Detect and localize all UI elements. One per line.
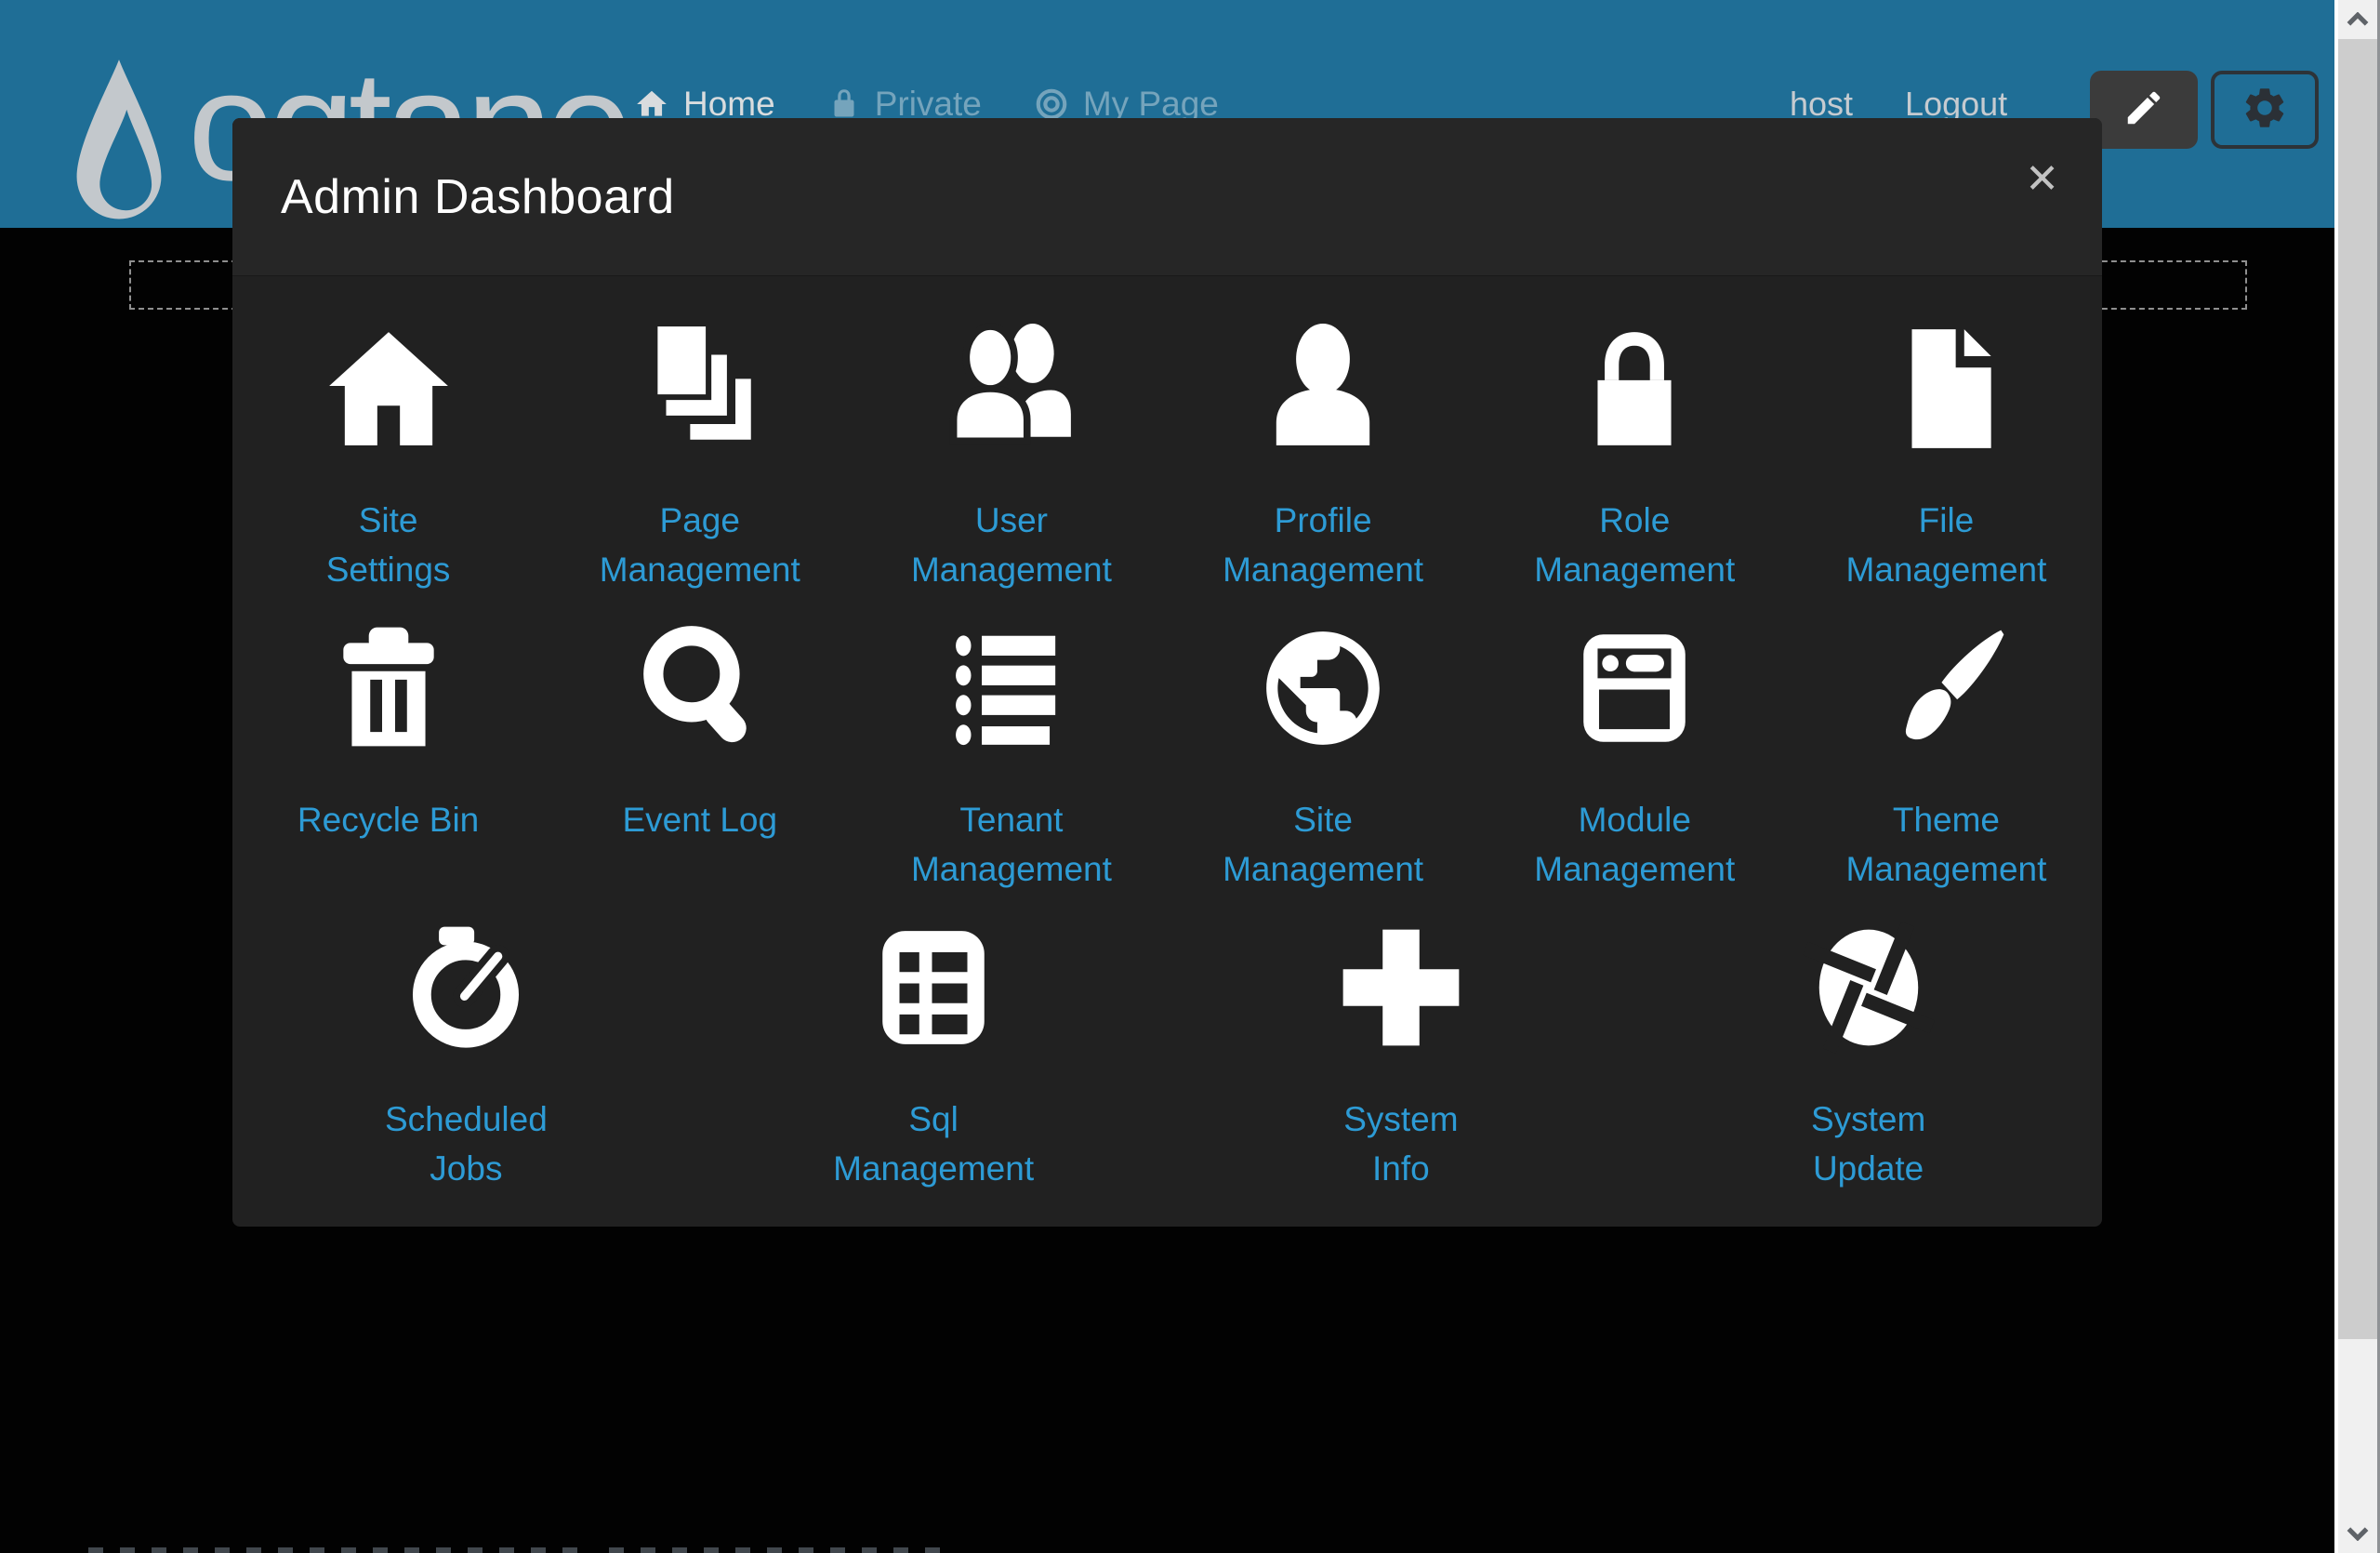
lock-icon (827, 87, 861, 121)
scroll-up-button[interactable] (2338, 0, 2377, 39)
clipped-bottom-content (88, 1547, 590, 1553)
magnifier-icon (632, 618, 768, 758)
admin-tile-event-log[interactable]: Event Log (544, 618, 855, 918)
target-icon (1034, 86, 1069, 122)
scrollbar-thumb[interactable] (2338, 39, 2377, 1339)
tile-row: SiteSettings PageManagement UserManagement… (232, 319, 2102, 618)
scrollbar[interactable] (2334, 0, 2380, 1553)
admin-tile-user-management[interactable]: UserManagement (855, 319, 1167, 618)
tile-label: PageManagement (600, 496, 800, 594)
chevron-up-icon (2346, 12, 2370, 27)
pencil-icon (2122, 86, 2165, 134)
globe-icon (1255, 618, 1391, 758)
gear-icon (2241, 84, 2289, 137)
aperture-icon (1801, 918, 1937, 1057)
admin-tile-profile-management[interactable]: ProfileManagement (1168, 319, 1479, 618)
layers-icon (632, 319, 768, 458)
plus-icon (1333, 918, 1469, 1057)
admin-tile-site-management[interactable]: SiteManagement (1168, 618, 1479, 918)
home-icon (321, 319, 456, 458)
tile-label: ScheduledJobs (385, 1095, 548, 1193)
tile-label: TenantManagement (911, 795, 1112, 894)
tile-label: ModuleManagement (1534, 795, 1735, 894)
tile-row: ScheduledJobs SqlManagement SystemInfo Syst… (232, 918, 2102, 1217)
scroll-down-button[interactable] (2338, 1514, 2377, 1553)
admin-tile-module-management[interactable]: ModuleManagement (1479, 618, 1791, 918)
admin-tile-system-info[interactable]: SystemInfo (1168, 918, 1635, 1217)
modal-header: Admin Dashboard ✕ (232, 118, 2102, 276)
trash-icon (321, 618, 456, 758)
lock-icon (1567, 319, 1702, 458)
admin-tile-tenant-management[interactable]: TenantManagement (855, 618, 1167, 918)
clipped-bottom-content (609, 1547, 944, 1553)
person-icon (1255, 319, 1391, 458)
home-icon (634, 86, 669, 122)
admin-tile-recycle-bin[interactable]: Recycle Bin (232, 618, 544, 918)
close-icon[interactable]: ✕ (2025, 159, 2059, 200)
tile-label: SystemUpdate (1811, 1095, 1925, 1193)
chevron-down-icon (2346, 1526, 2370, 1541)
tile-label: SiteSettings (326, 496, 451, 594)
tile-label: SqlManagement (833, 1095, 1034, 1193)
page: oqtane Home Private My Page host Logout (0, 0, 2380, 1553)
brush-icon (1878, 618, 2014, 758)
tile-label: UserManagement (911, 496, 1112, 594)
tile-label: SiteManagement (1223, 795, 1423, 894)
edit-mode-button[interactable] (2090, 71, 2198, 149)
tile-row: Recycle Bin Event Log TenantManagement Site… (232, 618, 2102, 918)
tile-label: ProfileManagement (1223, 496, 1423, 594)
modal-title: Admin Dashboard (281, 169, 675, 225)
list-icon (944, 618, 1079, 758)
tile-label: Event Log (622, 795, 777, 844)
water-drop-icon (61, 56, 177, 232)
file-icon (1878, 319, 2014, 458)
admin-tile-role-management[interactable]: RoleManagement (1479, 319, 1791, 618)
admin-dashboard-modal: Admin Dashboard ✕ SiteSettings PageManage… (232, 118, 2102, 1227)
dashboard-grid: SiteSettings PageManagement UserManagement… (232, 276, 2102, 1217)
admin-tile-theme-management[interactable]: ThemeManagement (1791, 618, 2102, 918)
people-icon (944, 319, 1079, 458)
browser-icon (1567, 618, 1702, 758)
tile-label: RoleManagement (1534, 496, 1735, 594)
tile-label: ThemeManagement (1845, 795, 2046, 894)
control-panel-button[interactable] (2211, 71, 2319, 149)
spreadsheet-icon (866, 918, 1001, 1057)
tile-label: FileManagement (1845, 496, 2046, 594)
tile-label: SystemInfo (1343, 1095, 1458, 1193)
admin-tile-scheduled-jobs[interactable]: ScheduledJobs (232, 918, 700, 1217)
admin-tile-site-settings[interactable]: SiteSettings (232, 319, 544, 618)
admin-tile-page-management[interactable]: PageManagement (544, 319, 855, 618)
admin-tile-sql-management[interactable]: SqlManagement (700, 918, 1168, 1217)
admin-tile-system-update[interactable]: SystemUpdate (1634, 918, 2102, 1217)
timer-icon (398, 918, 534, 1057)
tile-label: Recycle Bin (298, 795, 479, 844)
admin-tile-file-management[interactable]: FileManagement (1791, 319, 2102, 618)
